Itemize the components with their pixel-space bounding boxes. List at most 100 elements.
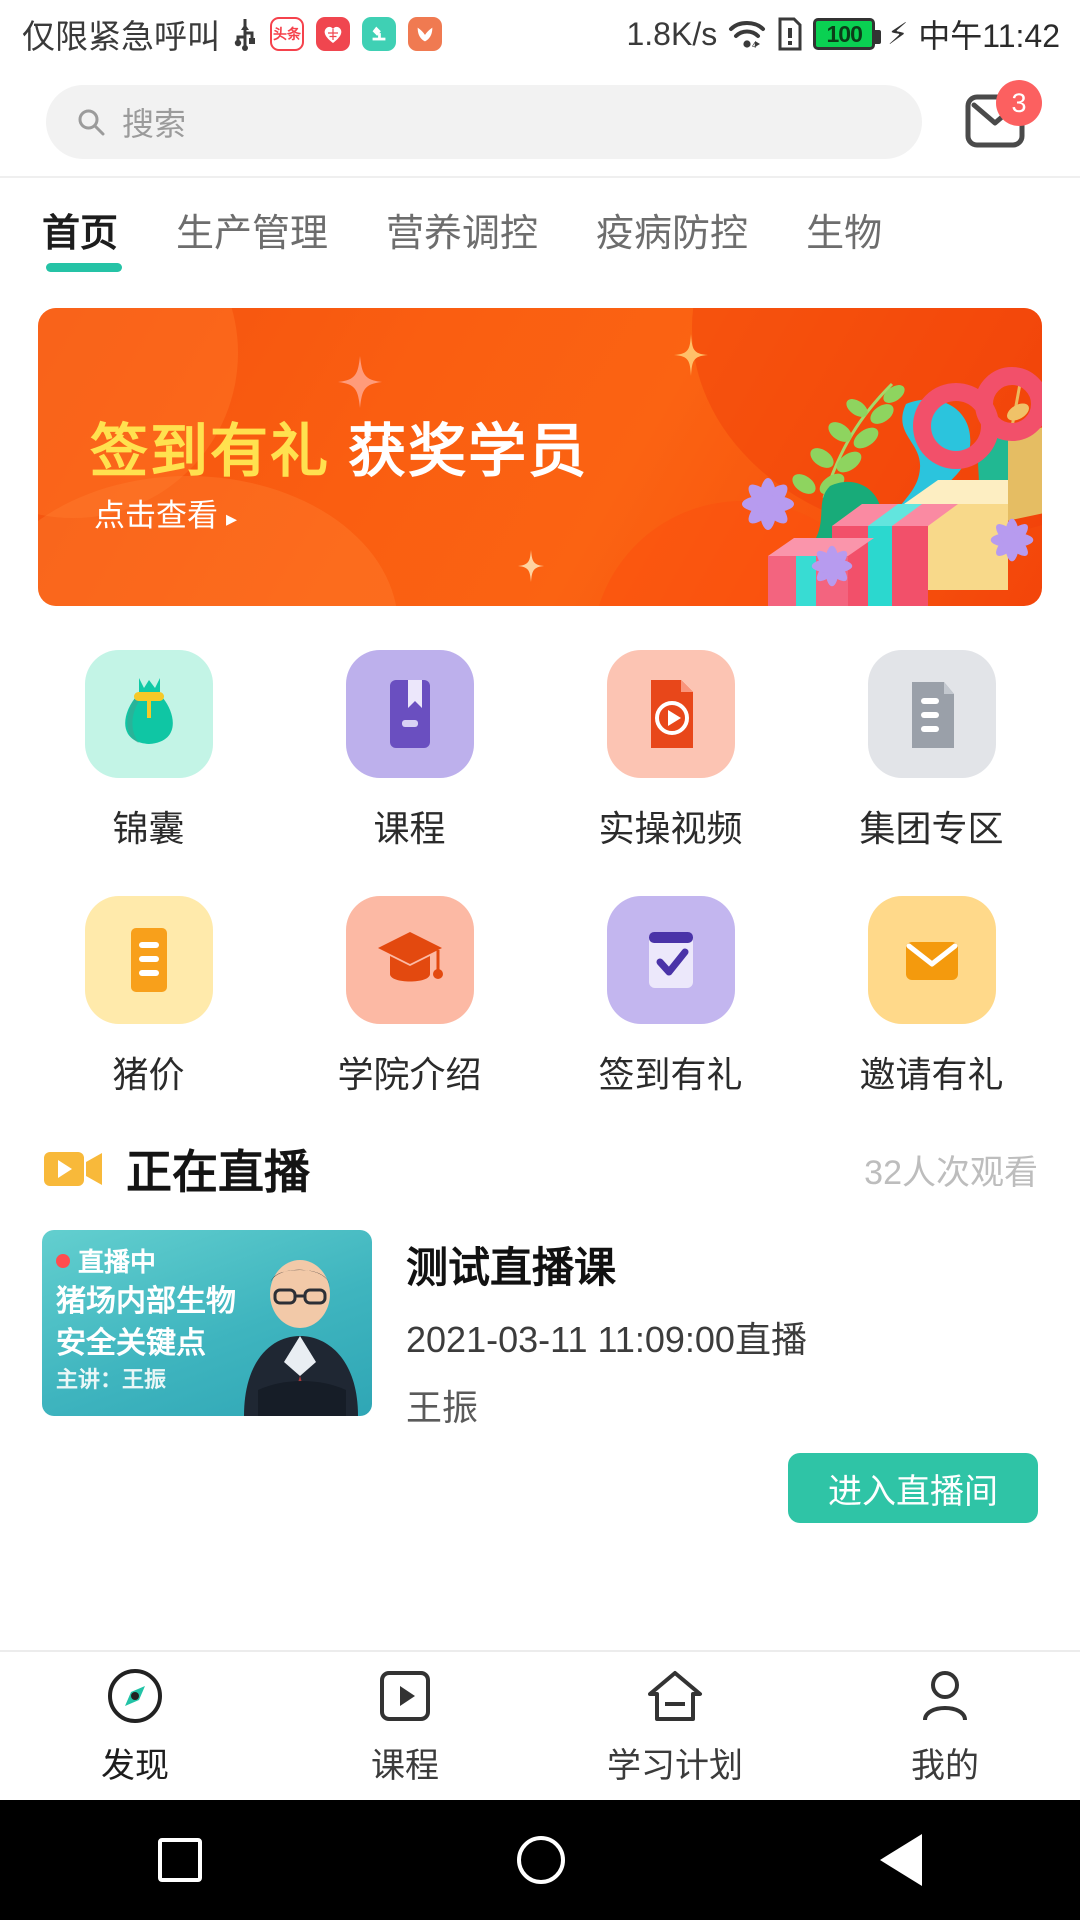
money-bag-icon	[84, 650, 213, 778]
carrier-label: 仅限紧急呼叫	[22, 18, 220, 55]
play-square-icon	[374, 1666, 436, 1726]
nav-item-courses[interactable]: 课程	[270, 1666, 540, 1787]
shortcut-jinnang[interactable]: 锦囊	[18, 650, 279, 852]
tab-production[interactable]: 生产管理	[176, 202, 328, 263]
book-icon	[345, 650, 474, 778]
shortcut-label: 课程	[373, 808, 446, 849]
live-status-label: 直播中	[78, 1247, 157, 1277]
search-icon	[76, 107, 106, 137]
nav-item-study-plan[interactable]: 学习计划	[540, 1666, 810, 1787]
nav-label: 我的	[911, 1746, 979, 1785]
banner-cta[interactable]: 点击查看 ▸	[94, 490, 237, 535]
building-icon	[867, 650, 996, 778]
shortcut-label: 实操视频	[598, 808, 743, 849]
graduation-cap-icon	[345, 896, 474, 1024]
shortcut-xueyuan-jieshao[interactable]: 学院介绍	[279, 896, 540, 1098]
banner-title-part1: 签到有礼	[90, 419, 331, 484]
search-placeholder: 搜索	[122, 106, 187, 142]
tab-nutrition[interactable]: 营养调控	[386, 202, 538, 263]
nav-item-profile[interactable]: 我的	[810, 1666, 1080, 1787]
square-recents-icon[interactable]	[157, 1838, 202, 1882]
wifi-icon: 4	[727, 17, 767, 51]
home-plan-icon	[644, 1666, 706, 1726]
triangle-back-icon[interactable]	[880, 1834, 923, 1886]
live-section-title: 正在直播	[126, 1146, 310, 1198]
system-navigation-bar	[0, 1800, 1080, 1920]
battery-icon: 100	[813, 18, 882, 50]
live-course-info: 测试直播课 2021-03-11 11:09:00直播 王振 进入直播间	[406, 1230, 1038, 1523]
envelope-icon	[867, 896, 996, 1024]
status-bar-right: 1.8K/s 4 100 ⚡ 中午11:42	[626, 11, 1060, 57]
compass-icon	[104, 1666, 166, 1726]
shortcut-zhujia[interactable]: 猪价	[18, 896, 279, 1098]
shortcut-qiandao-youli[interactable]: 签到有礼	[540, 896, 801, 1098]
live-course-card[interactable]: 直播中 猪场内部生物 安全关键点 主讲：王振 测试直播课 2021-03-11 …	[0, 1202, 1080, 1523]
nav-label: 课程	[371, 1746, 439, 1785]
toutiao-icon-label: 头条	[273, 26, 301, 42]
shortcut-yaoqing-youli[interactable]: 邀请有礼	[801, 896, 1062, 1098]
user-icon	[914, 1666, 976, 1726]
network-speed-label: 1.8K/s	[626, 15, 718, 52]
banner-arrow-icon: ▸	[226, 506, 238, 531]
toutiao-icon: 头条	[270, 17, 304, 51]
speaker-photo	[244, 1260, 358, 1416]
tab-biosecurity[interactable]: 生物	[806, 202, 882, 263]
thumb-headline-2: 安全关键点	[56, 1327, 206, 1360]
banner-section: 签到有礼 获奖学员 点击查看 ▸	[0, 286, 1080, 606]
sparkle-small-icon	[518, 550, 544, 582]
shortcut-grid: 锦囊 课程 实操视频 集团专区 猪价 学院介绍 签到有礼 邀请有礼	[18, 650, 1062, 1098]
search-bar-row: 搜索 3	[0, 68, 1080, 176]
sparkle-icon	[338, 356, 382, 408]
gift-illustration	[742, 367, 1042, 606]
mail-button[interactable]: 3	[952, 80, 1042, 162]
nav-label: 学习计划	[607, 1746, 743, 1785]
live-viewer-count: 32人次观看	[864, 1153, 1038, 1192]
live-thumbnail[interactable]: 直播中 猪场内部生物 安全关键点 主讲：王振	[42, 1230, 372, 1416]
shortcut-label: 签到有礼	[598, 1054, 743, 1095]
live-status-badge: 直播中	[56, 1242, 156, 1279]
live-course-author: 王振	[406, 1387, 479, 1428]
bottom-navigation: 发现 课程 学习计划 我的	[0, 1650, 1080, 1800]
shortcut-grid-section: 锦囊 课程 实操视频 集团专区 猪价 学院介绍 签到有礼 邀请有礼	[0, 606, 1080, 1098]
tab-disease-control[interactable]: 疫病防控	[596, 202, 748, 263]
status-bar-left: 仅限紧急呼叫 头条	[22, 10, 442, 58]
health-heart-icon	[316, 17, 350, 51]
shortcut-label: 猪价	[112, 1054, 185, 1095]
category-tabs: 首页 生产管理 营养调控 疫病防控 生物	[0, 178, 1080, 286]
list-doc-icon	[84, 896, 213, 1024]
promo-banner[interactable]: 签到有礼 获奖学员 点击查看 ▸	[38, 308, 1042, 606]
mail-badge: 3	[996, 80, 1042, 126]
enter-live-room-button[interactable]: 进入直播间	[788, 1453, 1038, 1523]
live-course-title: 测试直播课	[406, 1244, 617, 1291]
plant-app-icon	[408, 17, 442, 51]
tab-home[interactable]: 首页	[42, 202, 118, 263]
svg-text:4: 4	[752, 41, 757, 50]
microscope-app-icon	[362, 17, 396, 51]
banner-title-part2: 获奖学员	[348, 419, 589, 484]
shortcut-label: 学院介绍	[337, 1054, 482, 1095]
shortcut-jituan-zhuanqu[interactable]: 集团专区	[801, 650, 1062, 852]
clock-label: 中午11:42	[918, 18, 1060, 54]
thumb-headline-1: 猪场内部生物	[56, 1285, 236, 1318]
shortcut-label: 集团专区	[859, 808, 1004, 849]
nav-label: 发现	[101, 1746, 169, 1785]
calendar-check-icon	[606, 896, 735, 1024]
live-camera-icon	[42, 1146, 104, 1192]
tab-active-indicator	[46, 263, 122, 272]
live-dot-icon	[56, 1253, 70, 1268]
sim-alert-icon	[777, 17, 803, 51]
thumb-speaker: 主讲：王振	[56, 1367, 167, 1392]
nav-item-discover[interactable]: 发现	[0, 1666, 270, 1787]
banner-title: 签到有礼 获奖学员	[90, 404, 588, 488]
banner-cta-label: 点击查看	[94, 498, 218, 533]
shortcut-label: 邀请有礼	[859, 1054, 1004, 1095]
shortcut-shicao-shipin[interactable]: 实操视频	[540, 650, 801, 852]
circle-home-icon[interactable]	[516, 1836, 565, 1884]
bolt-icon: ⚡	[887, 17, 909, 51]
search-input[interactable]: 搜索	[46, 85, 922, 159]
usb-icon	[232, 17, 258, 51]
status-bar: 仅限紧急呼叫 头条 1.8K/s 4 100 ⚡ 中午11:42	[0, 0, 1080, 68]
shortcut-kecheng[interactable]: 课程	[279, 650, 540, 852]
live-course-time: 2021-03-11 11:09:00直播	[406, 1319, 807, 1360]
video-file-icon	[606, 650, 735, 778]
